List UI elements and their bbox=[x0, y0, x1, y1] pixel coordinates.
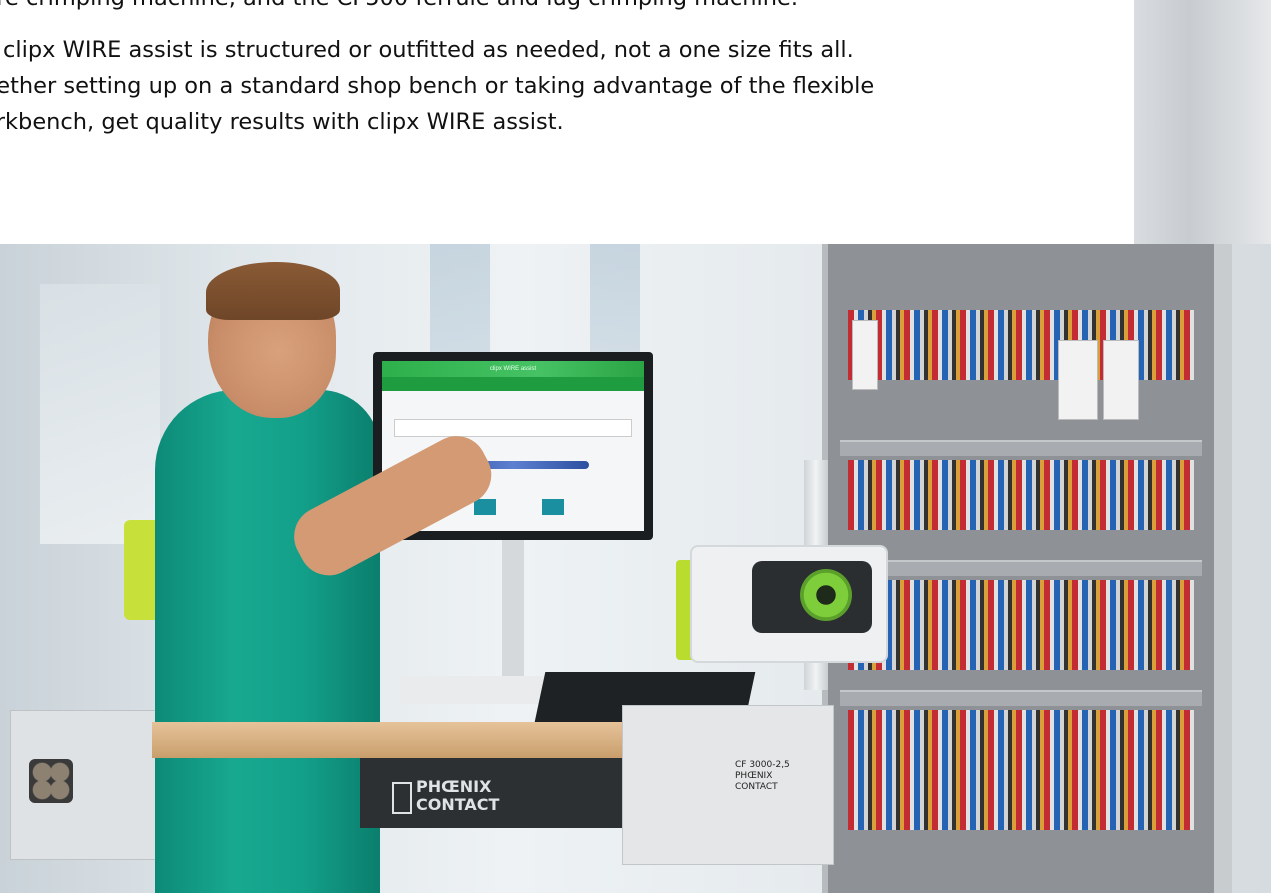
crimp-label-text: PHŒNIX bbox=[735, 771, 773, 781]
photo-top-right-strip bbox=[1134, 0, 1271, 244]
brand-logo-text: CONTACT bbox=[416, 795, 500, 814]
cabinet-rail bbox=[840, 560, 1202, 576]
printer-label-roll bbox=[800, 569, 852, 621]
article-text-block: ure crimping machine, and the CF500 ferr… bbox=[0, 0, 1134, 244]
cabinet-module bbox=[1103, 340, 1139, 420]
cabinet-wiring bbox=[848, 460, 1194, 530]
brand-logo: PHŒNIX CONTACT bbox=[392, 778, 542, 820]
power-strip bbox=[400, 676, 550, 704]
background-wall bbox=[40, 284, 160, 544]
machine-panel bbox=[29, 759, 73, 803]
left-crimping-machine bbox=[10, 710, 170, 860]
paragraph-line: hether setting up on a standard shop ben… bbox=[0, 73, 875, 99]
label-printer bbox=[690, 545, 888, 663]
brand-logo-text: PHŒNIX bbox=[416, 777, 492, 796]
crimp-label-text: CF 3000-2,5 bbox=[735, 760, 790, 770]
monitor-stand bbox=[502, 540, 524, 680]
screen-tabs bbox=[382, 377, 644, 391]
article-paragraph: ure crimping machine, and the CF500 ferr… bbox=[0, 0, 1122, 16]
screen-button bbox=[542, 499, 564, 515]
person-shirt bbox=[155, 390, 380, 893]
workbench-desk bbox=[152, 722, 622, 758]
person-hair bbox=[206, 262, 340, 320]
crimping-machine bbox=[622, 705, 834, 865]
screen-title: clipx WIRE assist bbox=[382, 361, 644, 377]
cabinet-module bbox=[852, 320, 878, 390]
screen-button bbox=[474, 499, 496, 515]
cabinet-wiring bbox=[848, 580, 1194, 670]
cabinet-module bbox=[1058, 340, 1098, 420]
paragraph-line: ure crimping machine, and the CF500 ferr… bbox=[0, 0, 798, 11]
paragraph-line: e clipx WIRE assist is structured or out… bbox=[0, 37, 854, 63]
crimp-label-text: CONTACT bbox=[735, 782, 778, 792]
cabinet-rail bbox=[840, 690, 1202, 706]
article-paragraph: e clipx WIRE assist is structured or out… bbox=[0, 32, 1122, 140]
paragraph-line: orkbench, get quality results with clipx… bbox=[0, 109, 564, 135]
cabinet-wiring bbox=[848, 710, 1194, 830]
brand-logo-icon bbox=[392, 782, 412, 814]
cabinet-wiring bbox=[848, 310, 1194, 380]
cabinet-rail bbox=[840, 440, 1202, 456]
screen-input-bar bbox=[394, 419, 632, 437]
crimping-machine-label: CF 3000-2,5 PHŒNIX CONTACT bbox=[735, 760, 790, 793]
